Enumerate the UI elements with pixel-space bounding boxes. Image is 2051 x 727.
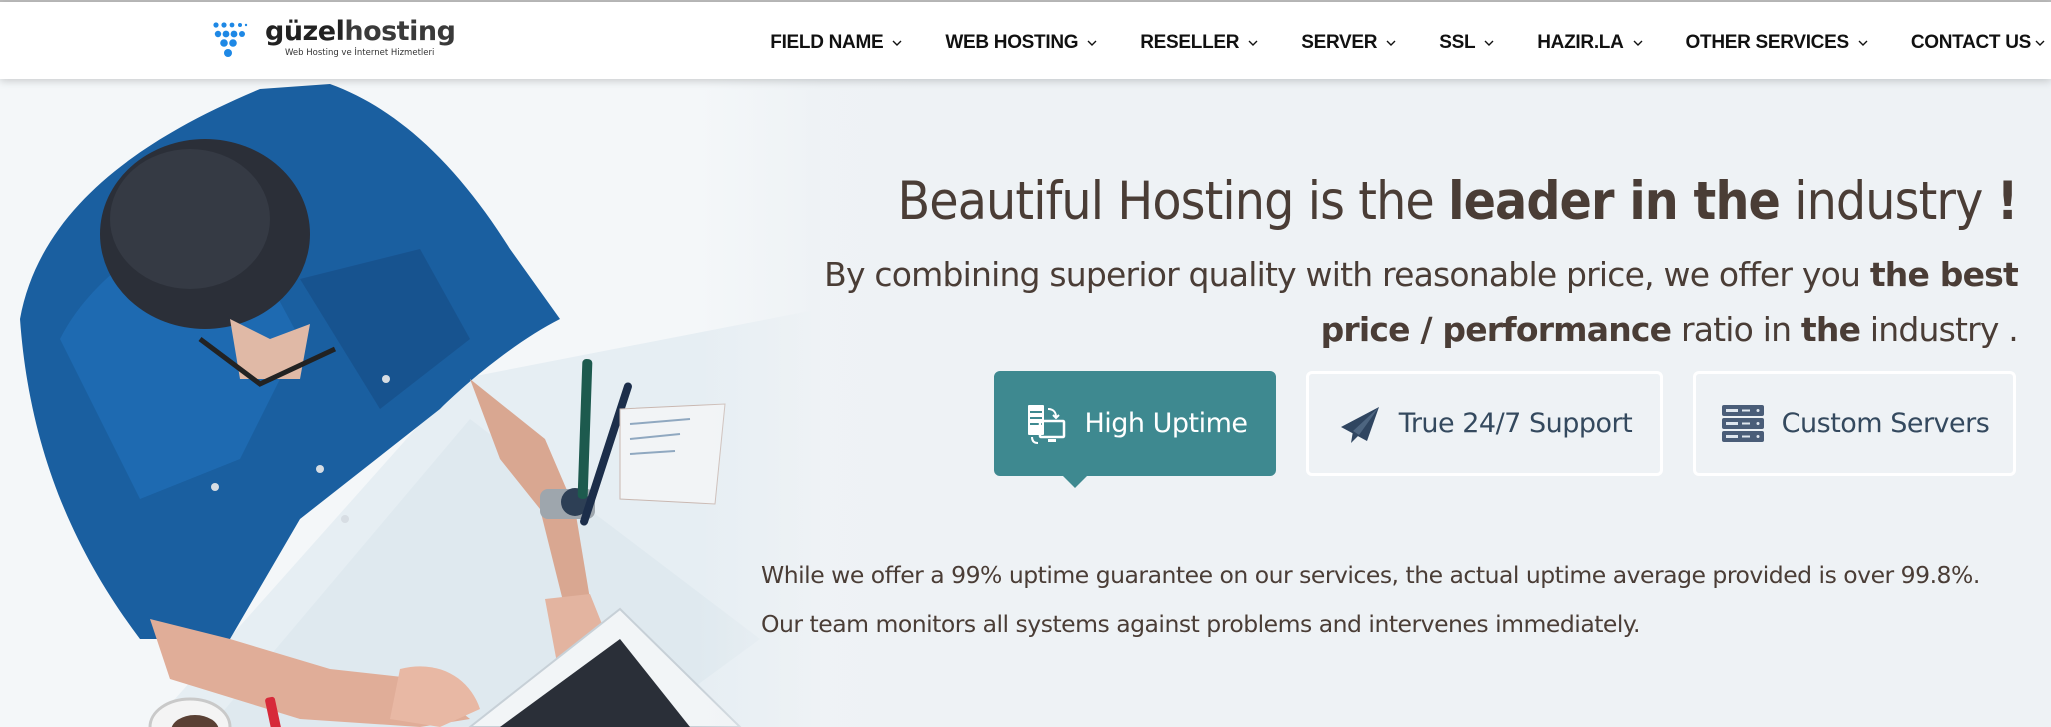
logo-tagline: Web Hosting ve İnternet Hizmetleri xyxy=(285,48,435,58)
nav-label: HAZIR.LA xyxy=(1537,32,1624,53)
tab-label: High Uptime xyxy=(1084,408,1248,439)
tab-label: Custom Servers xyxy=(1781,408,1990,439)
subline-part2: ratio in xyxy=(1671,310,1801,349)
tab-description: While we offer a 99% uptime guarantee on… xyxy=(761,561,1980,638)
nav-item-ssl[interactable]: SSL xyxy=(1439,28,1494,58)
chevron-down-icon xyxy=(1633,40,1643,46)
logo-dots-icon xyxy=(213,22,248,57)
feature-tabs: High Uptime True 24/7 Support Custom Ser… xyxy=(994,371,2016,488)
server-sync-icon xyxy=(1028,404,1066,444)
headline-part2: industry xyxy=(1780,171,1998,232)
nav-label: SSL xyxy=(1439,32,1476,53)
nav-item-field-name[interactable]: FIELD NAME xyxy=(770,28,902,58)
logo-brand-part2: hosting xyxy=(344,16,456,47)
nav-item-reseller[interactable]: RESELLER xyxy=(1140,28,1258,58)
chevron-down-icon xyxy=(2035,40,2045,46)
site-logo[interactable]: güzelhosting Web Hosting ve İnternet Hiz… xyxy=(213,16,456,64)
nav-label: WEB HOSTING xyxy=(945,32,1079,53)
hero-headline: Beautiful Hosting is the leader in the i… xyxy=(897,171,2019,232)
tab-true-24-7-support[interactable]: True 24/7 Support xyxy=(1306,371,1663,476)
subline-part3: industry . xyxy=(1860,310,2019,349)
site-header: güzelhosting Web Hosting ve İnternet Hiz… xyxy=(0,2,2051,79)
chevron-down-icon xyxy=(892,40,902,46)
hero-subline: By combining superior quality with reaso… xyxy=(758,247,2019,357)
headline-part1: Beautiful Hosting is the xyxy=(897,171,1449,232)
headline-exclaim: ! xyxy=(1997,171,2019,232)
logo-brand-part1: güzel xyxy=(265,16,345,47)
tab-custom-servers[interactable]: Custom Servers xyxy=(1693,371,2016,476)
nav-item-other-services[interactable]: OTHER SERVICES xyxy=(1686,28,1868,58)
chevron-down-icon xyxy=(1386,40,1396,46)
nav-item-web-hosting[interactable]: WEB HOSTING xyxy=(945,28,1097,58)
nav-label: RESELLER xyxy=(1140,32,1240,53)
nav-item-server[interactable]: SERVER xyxy=(1301,28,1396,58)
main-nav: FIELD NAME WEB HOSTING RESELLER SERVER S… xyxy=(770,28,2051,58)
subline-bold2: the xyxy=(1800,310,1861,349)
tab-label: True 24/7 Support xyxy=(1398,408,1633,439)
chevron-down-icon xyxy=(1087,40,1097,46)
nav-label: CONTACT US xyxy=(1910,32,2031,53)
logo-wordmark: güzelhosting xyxy=(265,16,456,47)
hero-photo-man-at-laptop xyxy=(0,79,820,727)
chevron-down-icon xyxy=(1484,40,1494,46)
nav-item-hazir-la[interactable]: HAZIR.LA xyxy=(1537,28,1643,58)
chevron-down-icon xyxy=(1858,40,1868,46)
paper-plane-icon xyxy=(1340,406,1379,443)
nav-item-contact-us[interactable]: CONTACT US xyxy=(1911,28,2045,58)
subline-part1: By combining superior quality with reaso… xyxy=(824,255,1870,294)
tab-high-uptime[interactable]: High Uptime xyxy=(994,371,1276,488)
nav-label: OTHER SERVICES xyxy=(1685,32,1850,53)
server-rack-icon xyxy=(1721,404,1764,442)
headline-bold: leader in the xyxy=(1448,171,1782,232)
nav-label: SERVER xyxy=(1301,32,1378,53)
chevron-down-icon xyxy=(1248,40,1258,46)
hero-section: Beautiful Hosting is the leader in the i… xyxy=(0,79,2051,727)
nav-label: FIELD NAME xyxy=(770,32,884,53)
